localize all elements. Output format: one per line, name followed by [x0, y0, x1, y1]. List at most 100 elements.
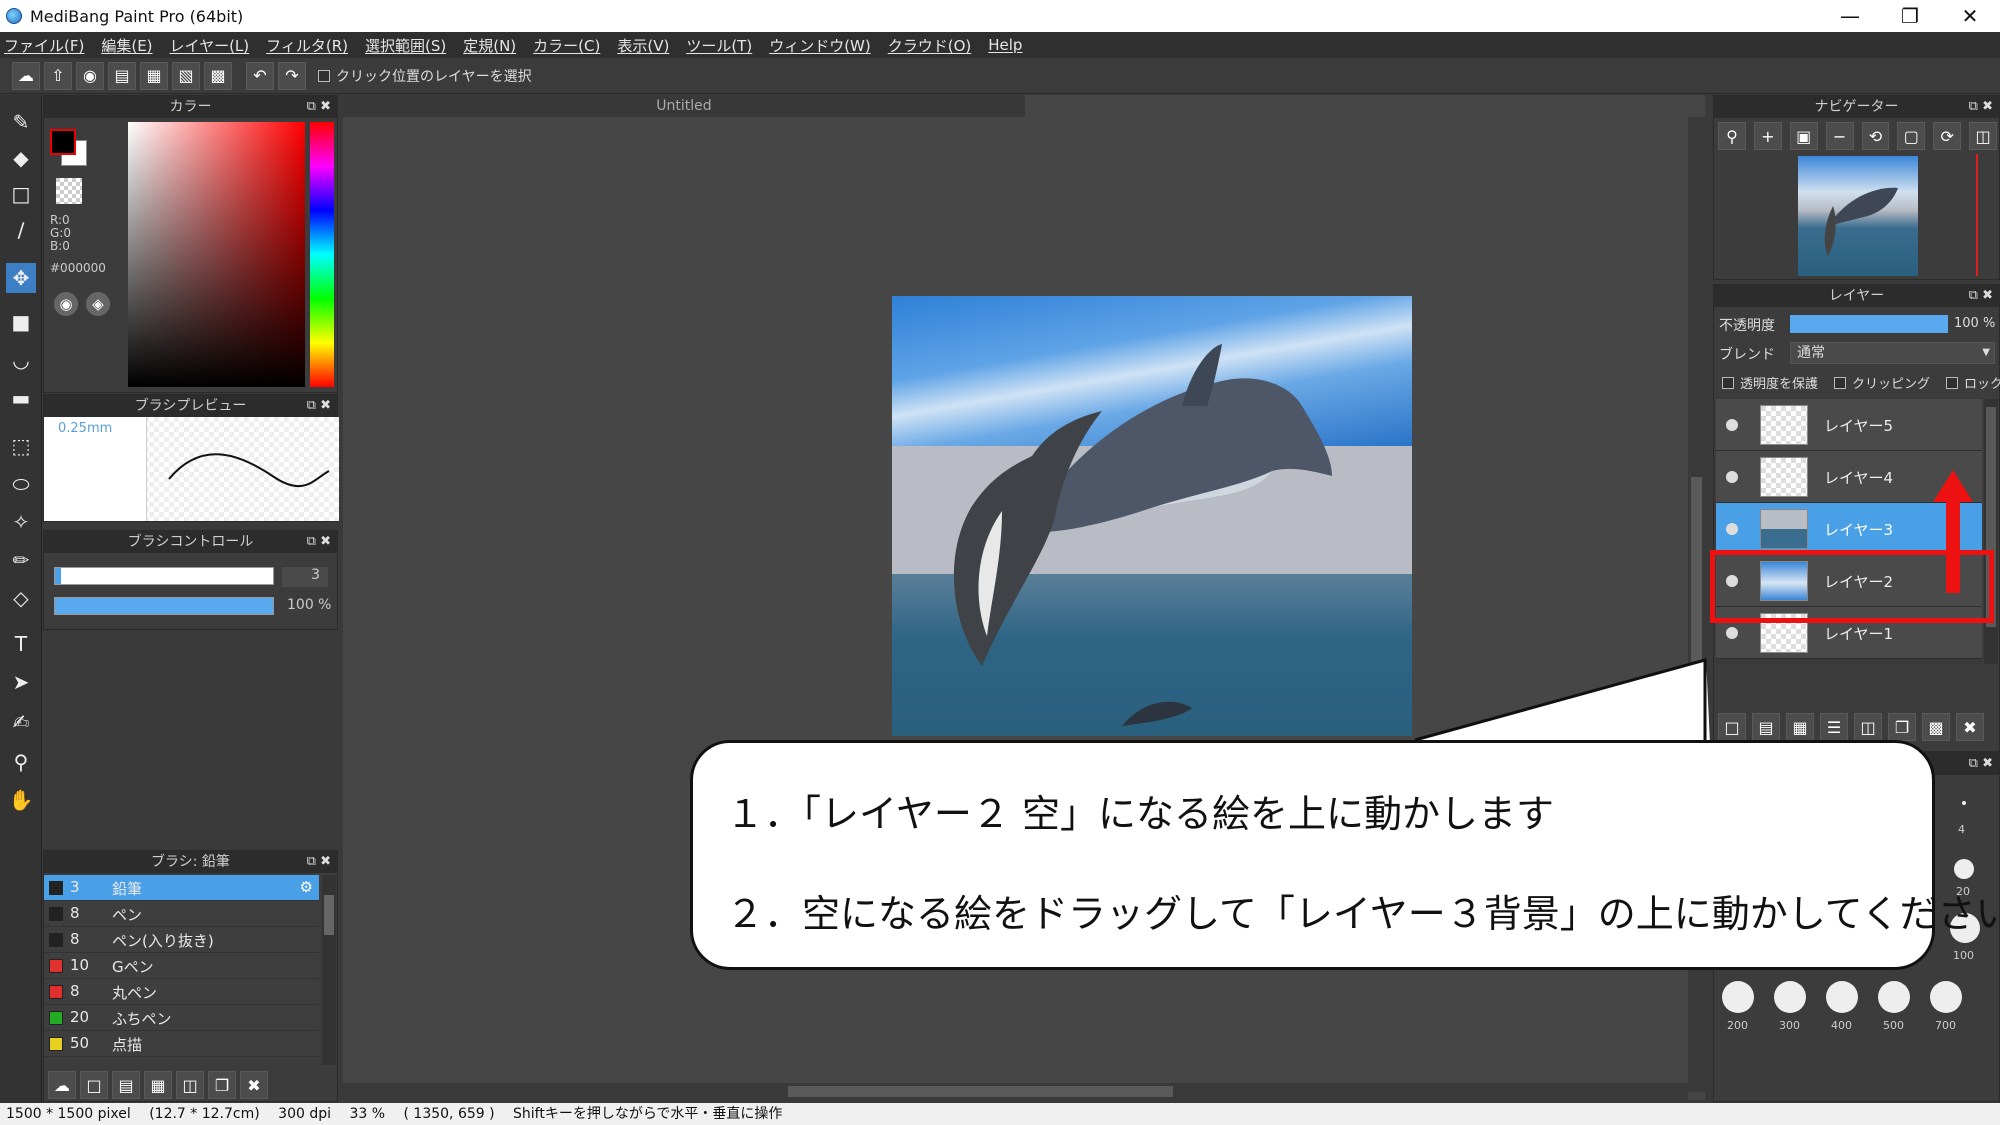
menu-selection[interactable]: 選択範囲(S)	[365, 35, 446, 56]
zoom-icon[interactable]: ⚲	[1718, 122, 1746, 150]
layer-opacity-slider[interactable]	[1790, 315, 1948, 333]
upload-icon[interactable]: ⇧	[44, 61, 72, 90]
eraser-tool-icon[interactable]: ◆	[6, 143, 36, 173]
brush-size-field[interactable]: 3	[282, 567, 328, 587]
gear-icon[interactable]: ⚙	[300, 878, 313, 896]
new-halftone-layer-icon[interactable]: ▤	[1752, 713, 1780, 741]
artwork[interactable]	[892, 296, 1412, 736]
rotate-right-icon[interactable]: ⟳	[1933, 122, 1962, 150]
float-icon[interactable]: ⧉	[1969, 756, 1978, 771]
cloud-icon[interactable]: ☁	[12, 61, 40, 90]
canvas-horizontal-scrollbar[interactable]	[343, 1083, 1688, 1100]
fit-icon[interactable]: ▣	[1789, 122, 1818, 150]
brush-size-preset[interactable]	[1962, 801, 1966, 805]
new-brush-icon[interactable]: □	[80, 1071, 108, 1099]
menu-view[interactable]: 表示(V)	[617, 35, 669, 56]
move-tool-icon[interactable]: ✥	[6, 263, 36, 293]
layer-list-scrollbar[interactable]	[1984, 399, 1998, 664]
brush-size-preset[interactable]	[1774, 981, 1806, 1013]
zoom-out-icon[interactable]: −	[1825, 122, 1854, 150]
lock-checkbox[interactable]	[1946, 376, 1959, 389]
speech-bubble-icon[interactable]: ◉	[76, 61, 104, 90]
page-icon[interactable]: ▦	[140, 61, 168, 90]
fill-rect-tool-icon[interactable]: ■	[6, 307, 36, 337]
grid-layout-icon[interactable]: ▩	[204, 61, 232, 90]
brush-size-preset[interactable]	[1930, 981, 1962, 1013]
menu-color[interactable]: カラー(C)	[533, 35, 600, 56]
menu-layer[interactable]: レイヤー(L)	[170, 35, 250, 56]
layer-row[interactable]: レイヤー5	[1716, 399, 1982, 451]
close-icon[interactable]: ✖	[320, 854, 331, 869]
actual-size-icon[interactable]: ▢	[1897, 122, 1926, 150]
brush-item[interactable]: 50 点描	[44, 1031, 319, 1057]
text-tool-icon[interactable]: T	[6, 629, 36, 659]
menu-help[interactable]: Help	[988, 36, 1022, 54]
divide-tool-icon[interactable]: ✍	[6, 707, 36, 737]
select-eraser-icon[interactable]: ◇	[6, 583, 36, 613]
dot-brush-icon[interactable]: ∕	[6, 215, 36, 245]
float-icon[interactable]: ⧉	[307, 99, 316, 114]
panel-layout-icon[interactable]: ▧	[172, 61, 200, 90]
close-icon[interactable]: ✖	[1982, 288, 1993, 303]
layer-folder-icon[interactable]: ◫	[1854, 713, 1882, 741]
add-layer-menu-icon[interactable]: ☰	[1820, 713, 1848, 741]
menu-tool[interactable]: ツール(T)	[686, 35, 752, 56]
menu-filter[interactable]: フィルタ(R)	[266, 35, 348, 56]
float-icon[interactable]: ⧉	[307, 534, 316, 549]
magic-wand-icon[interactable]: ✧	[6, 507, 36, 537]
undo-icon[interactable]: ↶	[246, 61, 274, 90]
delete-layer-icon[interactable]: ✖	[1956, 713, 1984, 741]
brush-item[interactable]: 8 ペン	[44, 901, 319, 927]
brush-size-preset[interactable]	[1826, 981, 1858, 1013]
eyedropper-icon[interactable]: ⚲	[6, 747, 36, 777]
brush-size-preset[interactable]	[1722, 981, 1754, 1013]
clipping-checkbox[interactable]	[1834, 376, 1847, 389]
lasso-select-icon[interactable]: ⬭	[6, 469, 36, 499]
zoom-in-icon[interactable]: +	[1753, 122, 1782, 150]
menu-file[interactable]: ファイル(F)	[4, 35, 84, 56]
brush-size-preset[interactable]	[1878, 981, 1910, 1013]
float-icon[interactable]: ⧉	[1969, 99, 1978, 114]
checkbox[interactable]	[318, 69, 330, 82]
duplicate-layer-icon[interactable]: ❐	[1888, 713, 1916, 741]
bucket-tool-icon[interactable]: ◡	[6, 345, 36, 375]
saturation-value-picker[interactable]	[128, 122, 305, 387]
transparent-color-swatch[interactable]	[56, 178, 82, 204]
folder-icon[interactable]: ◫	[176, 1071, 204, 1099]
layer-row[interactable]: レイヤー3	[1716, 503, 1982, 555]
blend-select[interactable]: 通常 ▼	[1790, 342, 1995, 364]
comment-icon[interactable]: ▤	[108, 61, 136, 90]
menu-ruler[interactable]: 定規(N)	[463, 35, 516, 56]
rotate-left-icon[interactable]: ⟲	[1861, 122, 1890, 150]
duplicate-icon[interactable]: ❐	[208, 1071, 236, 1099]
brush-item[interactable]: 3 鉛筆 ⚙	[44, 875, 319, 901]
close-icon[interactable]: ✖	[1982, 99, 1993, 114]
visibility-icon[interactable]	[1726, 471, 1738, 483]
brush-item[interactable]: 10 Gペン	[44, 953, 319, 979]
hand-tool-icon[interactable]: ✋	[6, 785, 36, 815]
add-brush-icon[interactable]: ▤	[112, 1071, 140, 1099]
close-icon[interactable]: ✖	[320, 534, 331, 549]
cloud-brush-icon[interactable]: ☁	[48, 1071, 76, 1099]
brush-settings-icon[interactable]: ▦	[144, 1071, 172, 1099]
close-icon[interactable]: ✖	[1982, 756, 1993, 771]
select-pen-icon[interactable]: ✏	[6, 545, 36, 575]
gradient-tool-icon[interactable]: ▬	[6, 383, 36, 413]
foreground-color-swatch[interactable]	[50, 129, 76, 155]
close-icon[interactable]: ✖	[320, 99, 331, 114]
brush-size-slider[interactable]	[54, 567, 274, 585]
navigator-thumbnail[interactable]	[1798, 156, 1918, 276]
brush-item[interactable]: 20 ふちペン	[44, 1005, 319, 1031]
menu-cloud[interactable]: クラウド(O)	[888, 35, 972, 56]
flip-icon[interactable]: ◫	[1969, 122, 1997, 150]
visibility-icon[interactable]	[1726, 419, 1738, 431]
close-icon[interactable]: ✖	[320, 398, 331, 413]
brush-opacity-slider[interactable]	[54, 597, 274, 615]
float-icon[interactable]: ⧉	[307, 854, 316, 869]
brush-tool-icon[interactable]: ✎	[6, 107, 36, 137]
select-layer-at-click-option[interactable]: クリック位置のレイヤーを選択	[318, 66, 532, 86]
document-tab[interactable]: Untitled	[343, 95, 1025, 117]
shape-tool-icon[interactable]: □	[6, 179, 36, 209]
palette-icon[interactable]: ◉	[54, 292, 78, 316]
operation-tool-icon[interactable]: ➤	[6, 667, 36, 697]
